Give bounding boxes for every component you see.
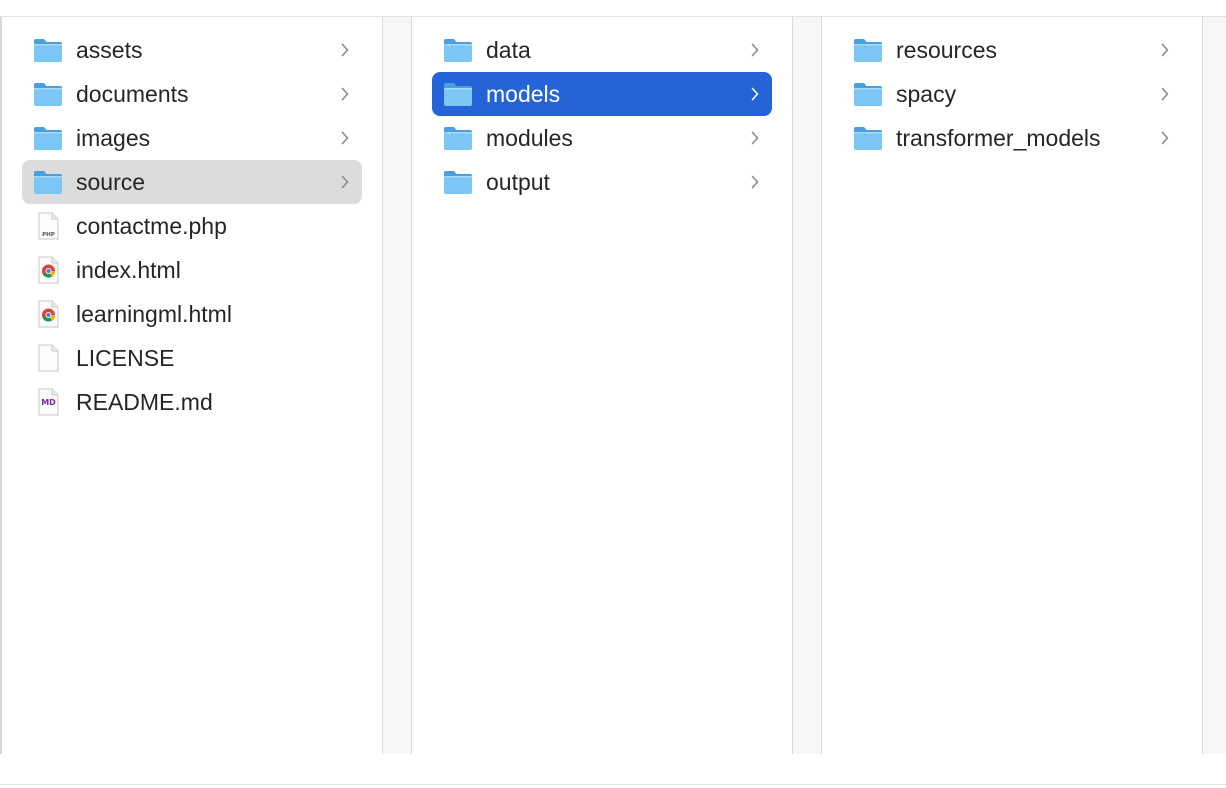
chevron-right-icon	[340, 160, 350, 204]
folder-row-source[interactable]: source	[22, 160, 362, 204]
svg-text:MD: MD	[41, 398, 56, 407]
item-label: documents	[76, 81, 189, 107]
item-label: transformer_models	[896, 125, 1101, 151]
column-resize-handle[interactable]	[1202, 17, 1226, 754]
folder-row-resources[interactable]: resources	[842, 28, 1182, 72]
blank-file-icon	[32, 342, 64, 374]
item-label: LICENSE	[76, 345, 175, 371]
folder-icon	[442, 166, 474, 198]
folder-row-output[interactable]: output	[432, 160, 772, 204]
folder-row-spacy[interactable]: spacy	[842, 72, 1182, 116]
folder-icon	[32, 122, 64, 154]
chevron-right-icon	[750, 160, 760, 204]
item-label: contactme.php	[76, 213, 227, 239]
item-label: data	[486, 37, 531, 63]
chevron-right-icon	[1160, 116, 1170, 160]
item-label: models	[486, 81, 561, 107]
folder-row-modules[interactable]: modules	[432, 116, 772, 160]
item-label: modules	[486, 125, 573, 151]
folder-icon	[852, 34, 884, 66]
column-root[interactable]: assets documents images source PHP contactme.…	[2, 17, 382, 754]
folder-icon	[852, 78, 884, 110]
svg-text:PHP: PHP	[42, 232, 55, 238]
folder-icon	[852, 122, 884, 154]
folder-row-transformer-models[interactable]: transformer_models	[842, 116, 1182, 160]
item-label: spacy	[896, 81, 957, 107]
chevron-right-icon	[1160, 72, 1170, 116]
folder-row-data[interactable]: data	[432, 28, 772, 72]
column-source[interactable]: data models modules output	[412, 17, 792, 754]
column-models[interactable]: resources spacy transformer_models	[822, 17, 1202, 754]
folder-icon	[442, 34, 474, 66]
item-label: resources	[896, 37, 997, 63]
chrome-html-file-icon	[32, 298, 64, 330]
chevron-right-icon	[340, 28, 350, 72]
folder-icon	[442, 78, 474, 110]
item-label: assets	[76, 37, 143, 63]
item-label: source	[76, 169, 146, 195]
chevron-right-icon	[340, 116, 350, 160]
chevron-right-icon	[750, 72, 760, 116]
item-label: index.html	[76, 257, 181, 283]
file-row-readme-md[interactable]: MD README.md	[22, 380, 362, 424]
folder-row-assets[interactable]: assets	[22, 28, 362, 72]
item-label: README.md	[76, 389, 213, 415]
bottom-divider-line	[0, 784, 1226, 785]
php-file-icon: PHP	[32, 210, 64, 242]
folder-icon	[442, 122, 474, 154]
column-browser: assets documents images source PHP contactme.…	[0, 17, 1226, 754]
folder-icon	[32, 166, 64, 198]
file-row-learningml-html[interactable]: learningml.html	[22, 292, 362, 336]
item-label: learningml.html	[76, 301, 232, 327]
item-label: output	[486, 169, 550, 195]
folder-icon	[32, 34, 64, 66]
folder-icon	[32, 78, 64, 110]
chrome-html-file-icon	[32, 254, 64, 286]
chevron-right-icon	[750, 28, 760, 72]
chevron-right-icon	[750, 116, 760, 160]
folder-row-documents[interactable]: documents	[22, 72, 362, 116]
markdown-file-icon: MD	[32, 386, 64, 418]
file-row-contactme-php[interactable]: PHP contactme.php	[22, 204, 362, 248]
folder-row-models[interactable]: models	[432, 72, 772, 116]
column-resize-handle[interactable]	[792, 17, 822, 754]
column-resize-handle[interactable]	[382, 17, 412, 754]
folder-row-images[interactable]: images	[22, 116, 362, 160]
item-label: images	[76, 125, 151, 151]
chevron-right-icon	[1160, 28, 1170, 72]
file-row-license[interactable]: LICENSE	[22, 336, 362, 380]
file-row-index-html[interactable]: index.html	[22, 248, 362, 292]
chevron-right-icon	[340, 72, 350, 116]
